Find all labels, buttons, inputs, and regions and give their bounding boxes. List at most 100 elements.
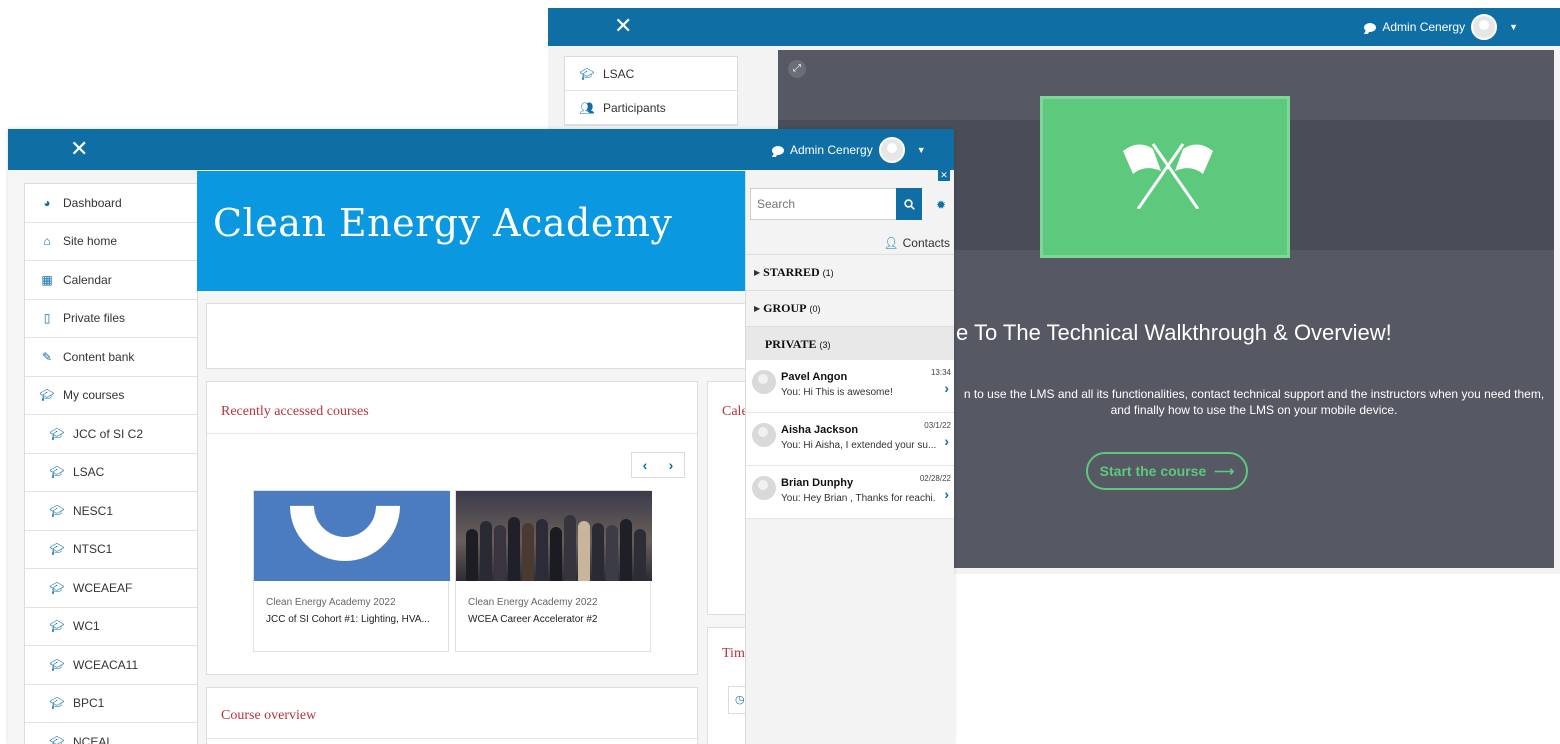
search-input[interactable] [751,189,897,219]
graduation-cap-icon: 🎓︎ [39,388,55,403]
message-icon[interactable] [772,145,784,155]
sidebar-item-label: Participants [603,100,666,115]
top-navbar: ✕ Admin Cenergy ▼ [548,8,1560,46]
sidebar-item-label: Content bank [63,349,135,364]
caret-right-icon: ▶ [754,268,761,277]
sidebar-item-content-bank[interactable]: ✎ Content bank [25,338,197,377]
conversation-item[interactable]: Pavel Angon You: Hi This is awesome! 13:… [746,360,954,413]
sidebar-item-label: NCEAL [73,734,114,744]
course-sidebar: 🎓︎ LSAC 👥︎ Participants [564,56,738,126]
graduation-cap-icon: 🎓︎ [49,696,65,711]
course-category: Clean Energy Academy 2022 [266,597,396,608]
graduation-cap-icon: 🎓︎ [49,619,65,634]
recent-courses-block: Recently accessed courses ‹ › Clean Ener… [206,381,698,675]
sidebar-item-course[interactable]: 🎓︎ WCEAEAF [25,569,197,608]
message-icon[interactable] [1364,22,1377,32]
section-count: (0) [809,303,821,314]
chevron-right-icon: › [944,380,949,396]
message-preview: You: Hey Brian , Thanks for reachi... [781,493,936,504]
page-title: e To The Technical Walkthrough & Overvie… [956,320,1392,345]
clock-icon: ◷ [735,694,745,706]
course-name[interactable]: WCEA Career Accelerator #2 [468,614,650,625]
search-button[interactable] [896,188,922,220]
course-overview-block: Course overview [206,687,699,744]
course-name[interactable]: JCC of SI Cohort #1: Lighting, HVA... [266,614,448,625]
section-count: (1) [822,267,834,278]
crossed-flags-icon [1123,143,1213,209]
messaging-drawer: ✕ ✹ 👤︎ Contacts ▶ STARRED (1) ▶ GROUP (0… [745,170,954,744]
sidebar-item-course[interactable]: 🎓︎ NCEAL [25,723,197,744]
avatar[interactable] [1471,14,1498,40]
graduation-cap-icon: 🎓︎ [49,542,65,557]
brush-icon: ✎ [41,349,53,364]
sidebar-item-label: JCC of SI C2 [73,426,144,441]
sidebar-item-course[interactable]: 🎓︎ NTSC1 [25,531,197,569]
sidebar-item-label: LSAC [603,66,635,81]
home-icon: ⌂ [43,234,51,249]
sidebar-item-course[interactable]: 🎓︎ NESC1 [25,492,197,531]
contacts-link[interactable]: 👤︎ Contacts [883,236,950,250]
users-icon: 👥︎ [579,100,595,115]
contact-name: Brian Dunphy [781,477,854,489]
graduation-cap-icon: 🎓︎ [49,734,65,744]
sidebar-item-course[interactable]: 🎓︎ WC1 [25,608,197,646]
section-label: GROUP [763,301,807,315]
conversation-item[interactable]: Brian Dunphy You: Hey Brian , Thanks for… [746,466,954,519]
file-icon: ▯ [43,311,51,326]
sidebar-item-calendar[interactable]: ▦ Calendar [25,261,197,300]
calendar-icon: ▦ [41,272,53,287]
dashboard-icon: ◕ [43,195,51,210]
caret-down-icon[interactable]: ▼ [917,145,926,155]
sidebar-item-course[interactable]: 🎓︎ BPC1 [25,685,197,723]
dashboard-window: ✕ Admin Cenergy ▼ ◕ Dashboard ⌂ Site home … [8,129,954,744]
empty-block [206,303,758,369]
sidebar-item-label: Private files [63,311,126,326]
chevron-left-icon[interactable]: ‹ [643,457,648,473]
sidebar-item-course[interactable]: 🎓︎ WCEACA11 [25,646,197,685]
chevron-right-icon[interactable]: › [669,457,674,473]
avatar [752,423,776,447]
gear-icon[interactable]: ✹ [936,198,946,212]
sidebar-item-label: LSAC [73,465,105,480]
top-navbar: ✕ Admin Cenergy ▼ [8,129,954,170]
section-starred[interactable]: ▶ STARRED (1) [746,254,954,290]
start-course-label: Start the course [1099,463,1207,479]
sidebar-item-lsac[interactable]: 🎓︎ LSAC [565,57,737,91]
caret-down-icon: ▼ [754,340,762,349]
chevron-right-icon: › [944,433,949,449]
course-card[interactable]: Clean Energy Academy 2022 JCC of SI Coho… [253,490,450,652]
banner-title: Clean Energy Academy [213,201,673,245]
avatar[interactable] [878,137,905,163]
close-drawer-button[interactable]: ✕ [614,14,632,38]
graduation-cap-icon: 🎓︎ [49,657,65,672]
sidebar-item-participants[interactable]: 👥︎ Participants [565,91,737,125]
start-course-button[interactable]: Start the course ⟶ [1086,452,1248,490]
divider [207,738,699,739]
sidebar-item-label: WCEACA11 [73,657,139,672]
close-drawer-button[interactable]: ✕ [70,137,88,161]
sidebar-item-private-files[interactable]: ▯ Private files [25,300,197,338]
expand-icon[interactable]: ⤢ [788,60,806,78]
user-menu[interactable]: Admin Cenergy ▼ [1364,14,1518,40]
caret-down-icon[interactable]: ▼ [1509,22,1518,32]
nav-drawer: ◕ Dashboard ⌂ Site home ▦ Calendar ▯ Private… [24,183,198,744]
close-icon[interactable]: ✕ [938,170,950,181]
search-box [750,188,922,220]
conversation-item[interactable]: Aisha Jackson You: Hi Aisha, I extended … [746,413,954,466]
message-time: 03/1/22 [924,421,951,430]
section-label: STARRED [763,265,820,279]
section-group[interactable]: ▶ GROUP (0) [746,290,954,326]
sidebar-item-label: Calendar [63,272,112,287]
sidebar-item-label: Dashboard [63,195,122,210]
sidebar-item-site-home[interactable]: ⌂ Site home [25,223,197,261]
course-category: Clean Energy Academy 2022 [468,597,598,608]
graduation-cap-icon: 🎓︎ [579,66,595,81]
sidebar-item-course[interactable]: 🎓︎ LSAC [25,454,197,492]
sidebar-item-course[interactable]: 🎓︎ JCC of SI C2 [25,415,197,454]
section-private[interactable]: ▼ PRIVATE (3) [746,326,954,362]
section-count: (3) [819,339,831,350]
user-menu[interactable]: Admin Cenergy ▼ [772,137,926,163]
sidebar-item-dashboard[interactable]: ◕ Dashboard [25,184,197,223]
course-card[interactable]: Clean Energy Academy 2022 WCEA Career Ac… [455,490,652,652]
sidebar-item-my-courses[interactable]: 🎓︎ My courses [25,377,197,415]
